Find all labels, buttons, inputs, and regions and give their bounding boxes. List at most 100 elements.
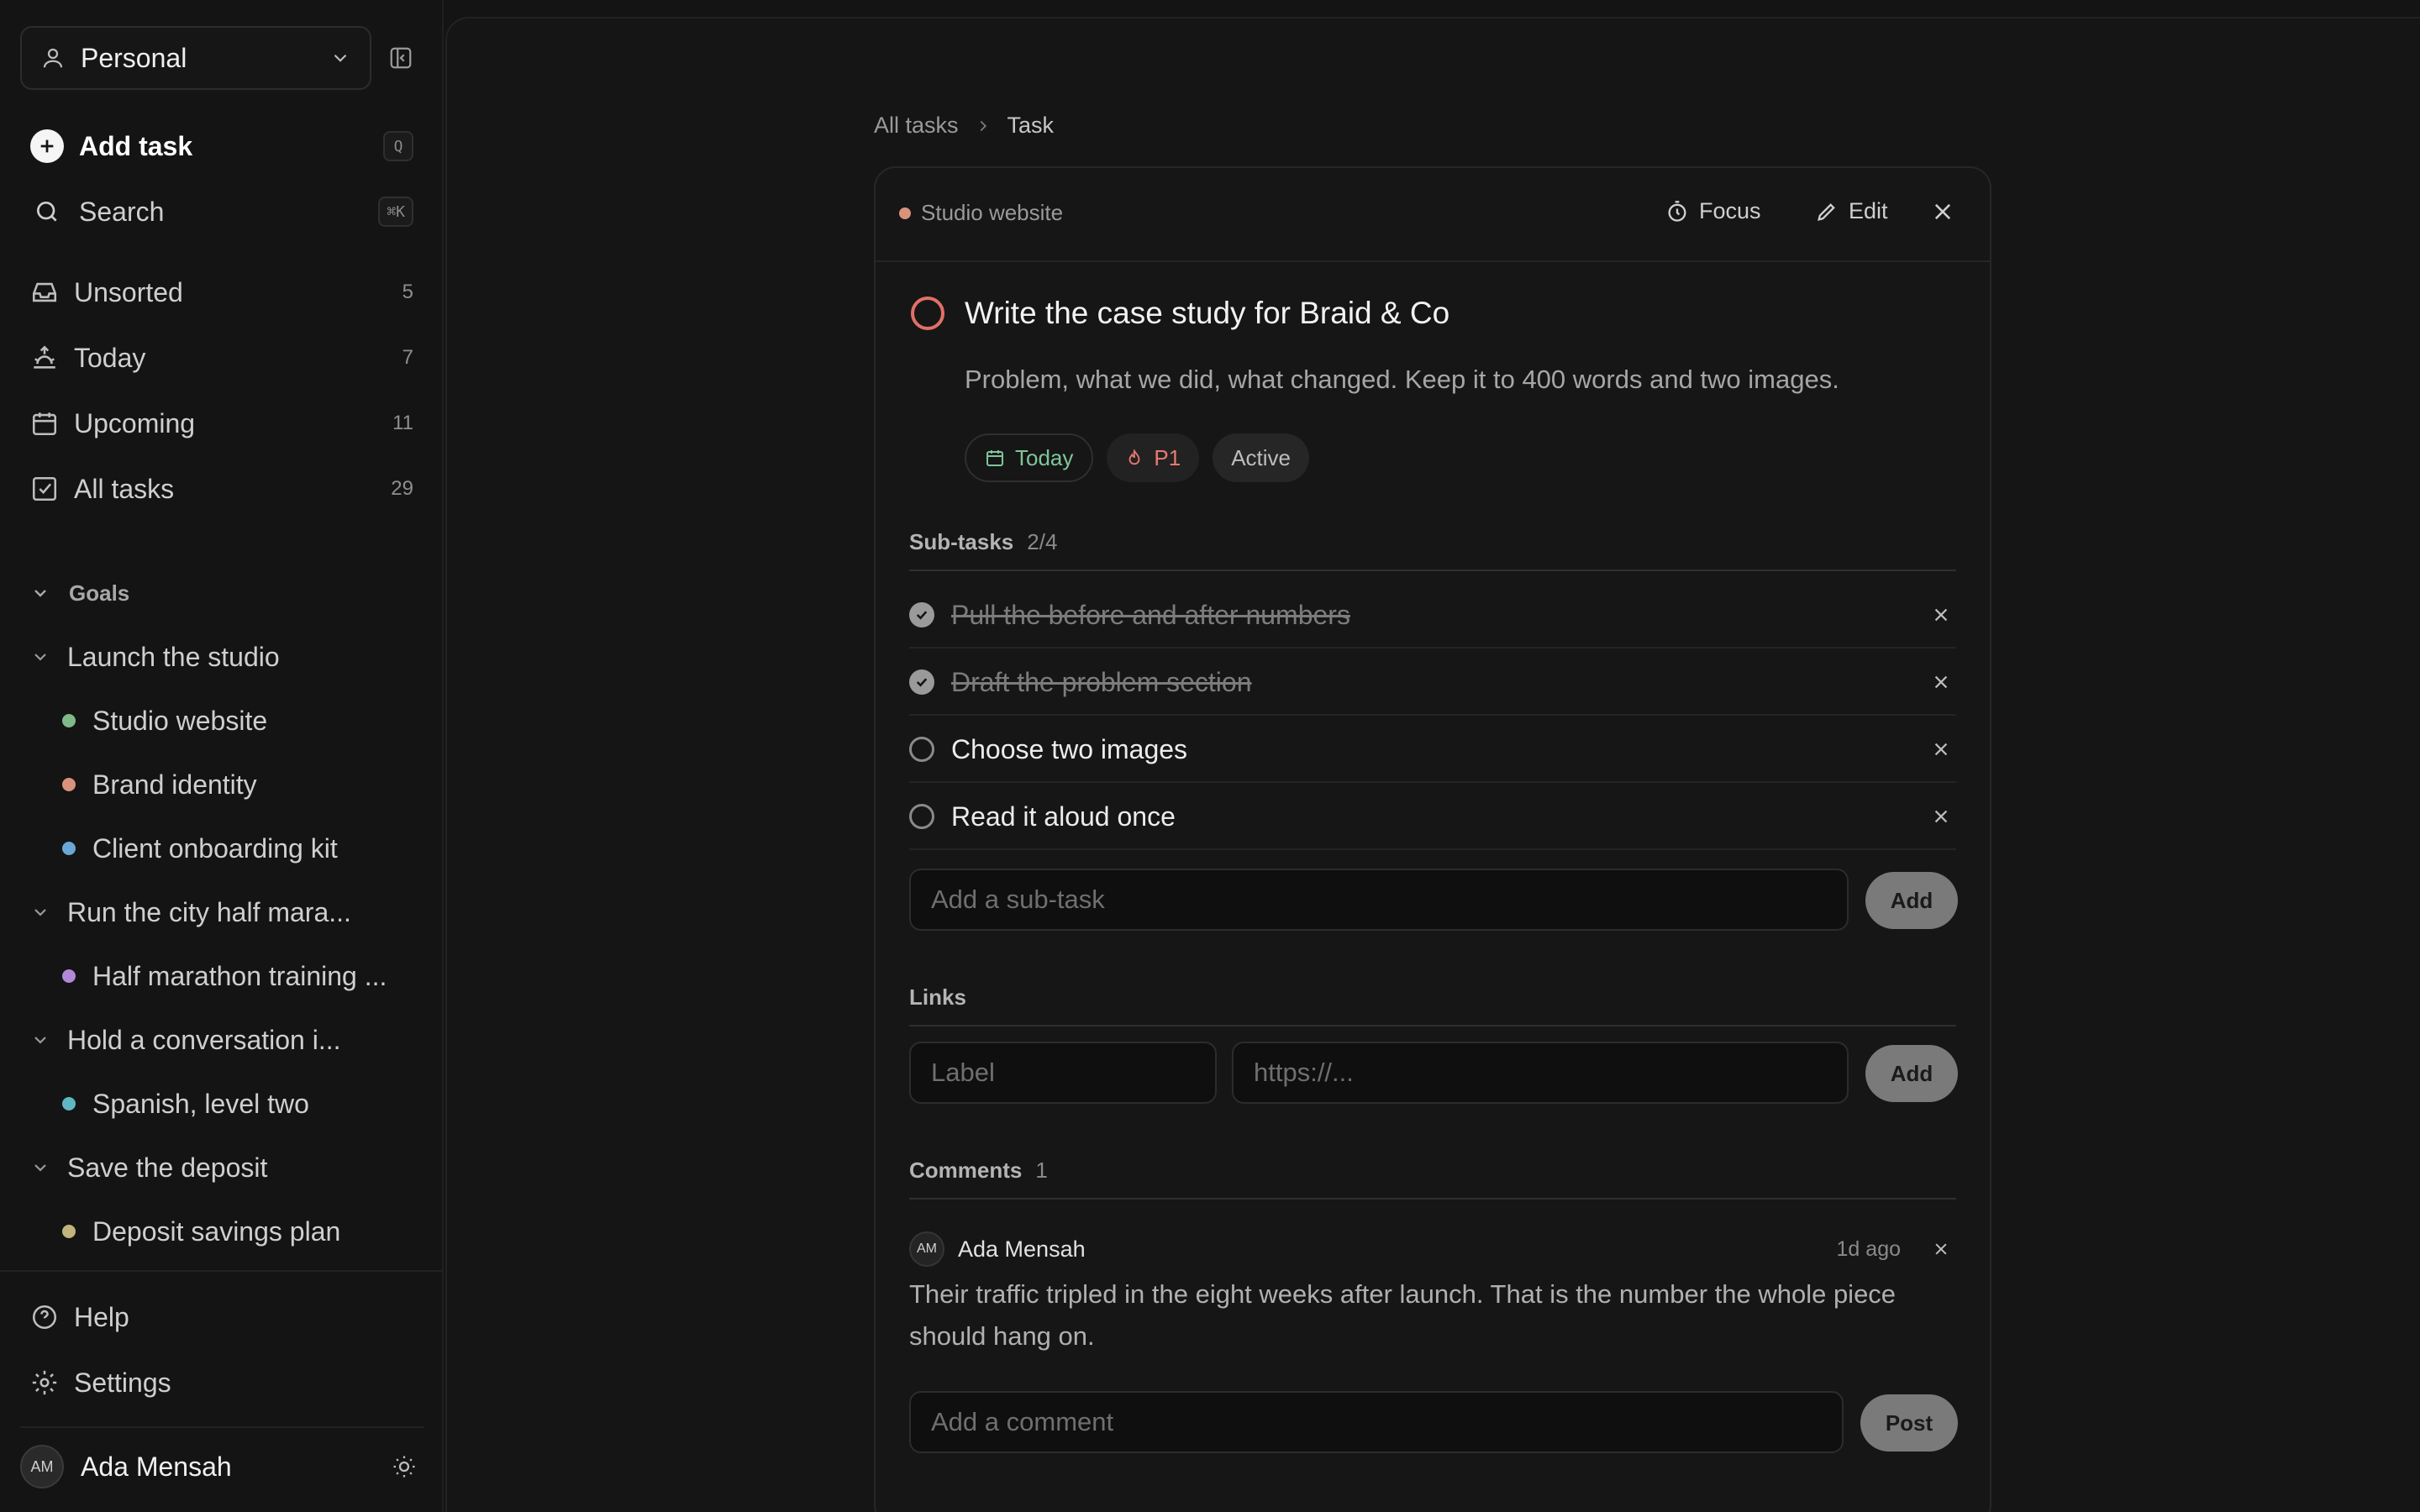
calendar-icon — [30, 409, 59, 438]
project-color-dot — [899, 207, 911, 219]
subtask-checkbox[interactable] — [909, 669, 934, 695]
close-icon[interactable] — [1926, 1234, 1956, 1264]
subtask-input[interactable] — [909, 869, 1849, 931]
subtask-row: Pull the before and after numbers — [909, 583, 1956, 648]
comments-title: Comments — [909, 1158, 1023, 1183]
subtask-row: Choose two images — [909, 717, 1956, 783]
sidebar: Personal Add task Q Search ⌘K Unsorted 5… — [0, 0, 444, 1512]
status-label: Active — [1231, 444, 1292, 470]
links-title: Links — [909, 984, 966, 1010]
task-title-row: Write the case study for Braid & Co — [911, 296, 1449, 331]
due-date-label: Today — [1015, 444, 1074, 470]
help-button[interactable]: Help — [30, 1292, 413, 1342]
add-task-button[interactable]: Add task Q — [30, 121, 413, 171]
project-label: Half marathon training ... — [92, 960, 387, 991]
chevron-down-icon — [30, 583, 50, 603]
project-item[interactable]: Deposit savings plan — [62, 1208, 415, 1255]
sunrise-icon — [30, 344, 59, 372]
task-complete-checkbox[interactable] — [911, 297, 944, 330]
workspace-label: Personal — [81, 42, 187, 73]
priority-tag[interactable]: P1 — [1107, 433, 1200, 482]
close-icon[interactable] — [1926, 600, 1956, 630]
settings-button[interactable]: Settings — [30, 1357, 413, 1408]
sidebar-item-count: 29 — [391, 477, 413, 500]
calendar-icon — [985, 448, 1005, 468]
sidebar-item-upcoming[interactable]: Upcoming 11 — [30, 398, 413, 449]
goal-item[interactable]: Hold a conversation i... — [30, 1016, 413, 1063]
goal-item[interactable]: Save the deposit — [30, 1144, 413, 1191]
project-color-dot — [62, 969, 76, 983]
close-icon[interactable] — [1926, 801, 1956, 832]
sidebar-item-label: Unsorted — [74, 276, 183, 307]
sidebar-item-today[interactable]: Today 7 — [30, 333, 413, 383]
divider — [0, 1270, 442, 1272]
add-link-button[interactable]: Add — [1865, 1045, 1958, 1102]
help-icon — [30, 1303, 59, 1331]
link-url-input[interactable] — [1232, 1042, 1849, 1104]
task-title: Write the case study for Braid & Co — [965, 296, 1450, 330]
subtask-label: Pull the before and after numbers — [951, 599, 1350, 630]
focus-button[interactable]: Focus — [1665, 198, 1761, 224]
divider — [909, 1025, 1956, 1026]
subtask-label: Read it aloud once — [951, 801, 1176, 832]
links-heading: Links — [909, 984, 966, 1011]
chevron-down-icon — [30, 902, 50, 922]
divider — [909, 1198, 1956, 1200]
goal-label: Run the city half mara... — [67, 896, 351, 927]
breadcrumb: All tasks Task — [874, 113, 1054, 139]
inbox-icon — [30, 278, 59, 307]
sidebar-item-unsorted[interactable]: Unsorted 5 — [30, 267, 413, 318]
goal-label: Save the deposit — [67, 1152, 268, 1183]
divider — [909, 570, 1956, 571]
due-date-tag[interactable]: Today — [965, 433, 1094, 482]
comment-header: AM Ada Mensah 1d ago — [909, 1228, 1956, 1270]
project-chip[interactable]: Studio website — [899, 200, 1063, 226]
goal-item[interactable]: Run the city half mara... — [30, 889, 413, 936]
close-icon[interactable] — [1926, 734, 1956, 764]
project-item[interactable]: Spanish, level two — [62, 1080, 415, 1127]
project-item[interactable]: Half marathon training ... — [62, 953, 415, 1000]
add-subtask-button[interactable]: Add — [1865, 872, 1958, 929]
goal-label: Hold a conversation i... — [67, 1024, 341, 1055]
avatar: AM — [909, 1231, 944, 1267]
pencil-icon — [1815, 200, 1839, 223]
subtask-checkbox[interactable] — [909, 804, 934, 829]
sidebar-item-all-tasks[interactable]: All tasks 29 — [30, 464, 413, 514]
close-button[interactable] — [1931, 200, 1954, 223]
subtasks-heading: Sub-tasks 2/4 — [909, 529, 1057, 555]
sun-icon[interactable] — [392, 1454, 417, 1479]
project-color-dot — [62, 842, 76, 855]
timer-icon — [1665, 200, 1689, 223]
subtask-checkbox[interactable] — [909, 602, 934, 627]
project-item[interactable]: Client onboarding kit — [62, 825, 415, 872]
task-tags: Today P1 Active — [965, 433, 1310, 482]
priority-label: P1 — [1154, 444, 1181, 470]
search-button[interactable]: Search ⌘K — [30, 186, 413, 237]
subtask-checkbox[interactable] — [909, 737, 934, 762]
chevron-right-icon — [974, 117, 992, 135]
gear-icon — [30, 1368, 59, 1397]
link-label-input[interactable] — [909, 1042, 1217, 1104]
subtask-label: Draft the problem section — [951, 666, 1252, 697]
post-comment-button[interactable]: Post — [1860, 1394, 1958, 1452]
sidebar-item-label: Upcoming — [74, 407, 196, 438]
status-tag[interactable]: Active — [1213, 433, 1310, 482]
workspace-switcher[interactable]: Personal — [20, 26, 371, 90]
subtask-row: Draft the problem section — [909, 650, 1956, 716]
user-profile[interactable]: AM Ada Mensah — [20, 1441, 417, 1492]
close-icon[interactable] — [1926, 667, 1956, 697]
goal-item[interactable]: Launch the studio — [30, 633, 413, 680]
comment-body: Their traffic tripled in the eight weeks… — [909, 1279, 1897, 1351]
comment-input[interactable] — [909, 1391, 1844, 1453]
sidebar-collapse-icon[interactable] — [388, 45, 415, 72]
breadcrumb-root[interactable]: All tasks — [874, 113, 959, 139]
goals-section-toggle[interactable]: Goals — [30, 576, 129, 610]
subtask-label: Choose two images — [951, 733, 1188, 764]
comment-author: Ada Mensah — [958, 1236, 1086, 1262]
project-color-dot — [62, 778, 76, 791]
project-item[interactable]: Studio website — [62, 697, 415, 744]
edit-button[interactable]: Edit — [1815, 198, 1888, 224]
project-item[interactable]: Brand identity — [62, 761, 415, 808]
user-icon — [40, 45, 66, 71]
chevron-down-icon — [30, 647, 50, 667]
